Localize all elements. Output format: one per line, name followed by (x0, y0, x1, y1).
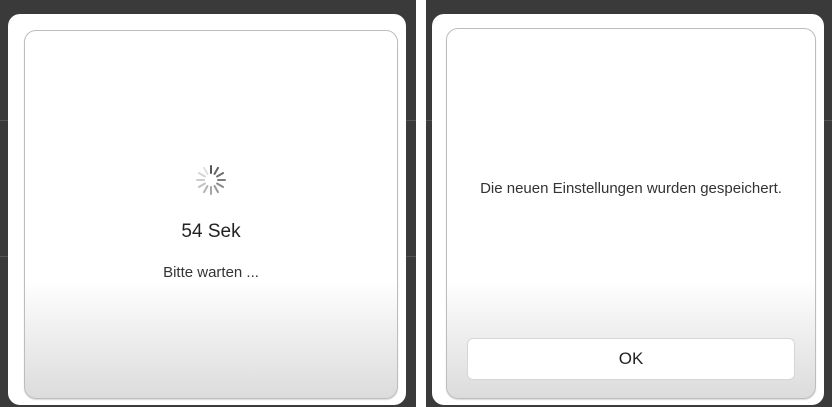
progress-dialog: 54 Sek Bitte warten ... (24, 30, 398, 399)
loading-spinner-icon (196, 165, 226, 195)
confirmation-screen: Die neuen Einstellungen wurden gespeiche… (426, 0, 832, 407)
success-message: Die neuen Einstellungen wurden gespeiche… (480, 180, 782, 197)
countdown-timer: 54 Sek (181, 221, 241, 242)
confirm-dialog-frame: Die neuen Einstellungen wurden gespeiche… (432, 14, 824, 405)
progress-dialog-frame: 54 Sek Bitte warten ... (8, 14, 406, 405)
progress-screen: 54 Sek Bitte warten ... (0, 0, 416, 407)
wait-message: Bitte warten ... (163, 264, 259, 281)
ok-button[interactable]: OK (467, 338, 795, 380)
confirm-dialog: Die neuen Einstellungen wurden gespeiche… (446, 28, 816, 399)
